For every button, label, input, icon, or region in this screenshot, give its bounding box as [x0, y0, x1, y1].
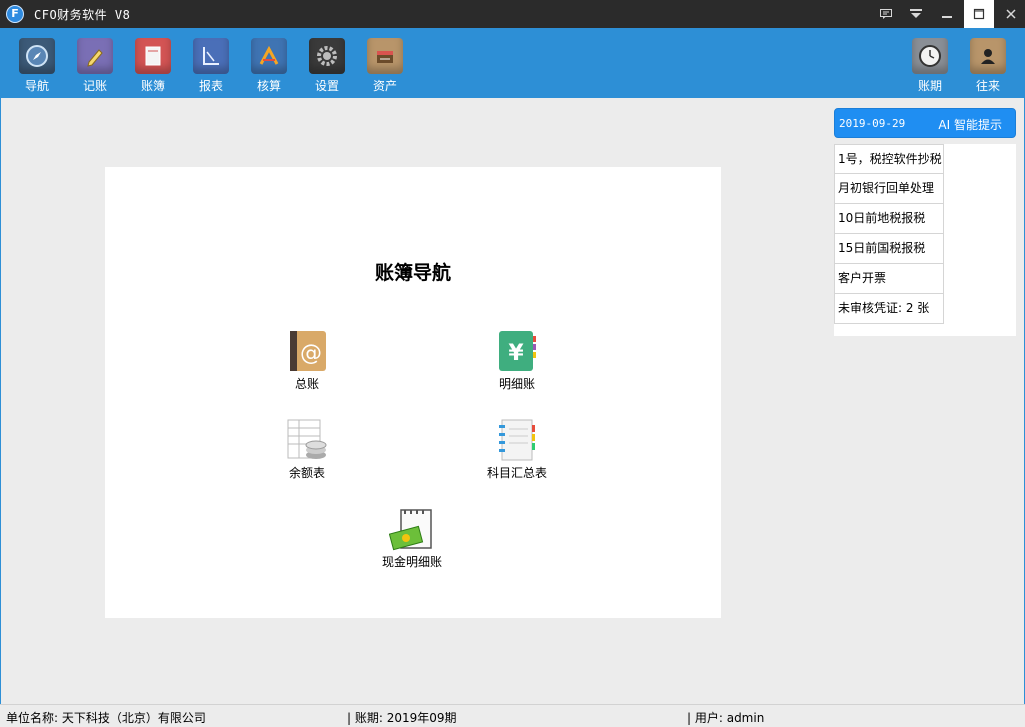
toolbar-item-period[interactable]: 账期 — [908, 38, 952, 96]
toolbar-label: 导航 — [24, 79, 49, 93]
toolbar-label: 设置 — [314, 79, 339, 93]
balance-sheet-icon — [286, 419, 328, 461]
asset-icon — [367, 38, 403, 74]
close-icon[interactable] — [996, 0, 1025, 28]
svg-text:@: @ — [300, 341, 322, 366]
message-icon[interactable] — [872, 0, 900, 28]
dropdown-icon[interactable] — [902, 0, 930, 28]
tip-item[interactable]: 15日前国税报税 — [834, 234, 944, 264]
notebook-icon — [496, 419, 538, 461]
nav-item-detail-ledger[interactable]: ¥ 明细账 — [485, 330, 549, 392]
toolbar-item-bookkeeping[interactable]: 记账 — [73, 38, 117, 96]
nav-item-cash-ledger[interactable]: 现金明细账 — [372, 508, 452, 570]
compass-icon — [19, 38, 55, 74]
toolbar-item-navigation[interactable]: 导航 — [15, 38, 59, 96]
tip-item[interactable]: 客户开票 — [834, 264, 944, 294]
toolbar-label: 往来 — [975, 79, 1000, 93]
title-bar: F CFO财务软件 V8 — [0, 0, 1025, 28]
status-period: | 账期: 2019年09期 — [347, 711, 457, 725]
nav-item-label: 科目汇总表 — [486, 466, 547, 480]
main-toolbar: 导航 记账 账簿 报表 核算 设置 资产 账期 往来 — [0, 28, 1025, 98]
nav-item-account-summary[interactable]: 科目汇总表 — [477, 419, 557, 481]
nav-item-label: 总账 — [294, 377, 319, 391]
tip-item[interactable]: 月初银行回单处理 — [834, 174, 944, 204]
toolbar-item-settings[interactable]: 设置 — [305, 38, 349, 96]
svg-text:¥: ¥ — [508, 341, 524, 366]
toolbar-item-contacts[interactable]: 往来 — [966, 38, 1010, 96]
cash-notepad-icon — [388, 508, 433, 551]
ai-tips-list: 1号，税控软件抄税 月初银行回单处理 10日前地税报税 15日前国税报税 客户开… — [834, 144, 1016, 336]
toolbar-item-assets[interactable]: 资产 — [363, 38, 407, 96]
report-icon — [193, 38, 229, 74]
page-title: 账簿导航 — [374, 262, 451, 284]
tip-item[interactable]: 未审核凭证: 2 张 — [834, 294, 944, 324]
nav-item-general-ledger[interactable]: @ 总账 — [277, 330, 337, 392]
pencil-icon — [77, 38, 113, 74]
address-book-icon: @ — [286, 330, 328, 372]
status-company: 单位名称: 天下科技（北京）有限公司 — [6, 711, 206, 725]
toolbar-item-accounting[interactable]: 核算 — [247, 38, 291, 96]
nav-item-label: 明细账 — [498, 377, 535, 391]
tools-icon — [251, 38, 287, 74]
ledger-navigation-panel: 账簿导航 @ 总账 ¥ 明细账 余额表 科目汇总表 现金明细账 — [105, 167, 721, 618]
contact-icon — [970, 38, 1006, 74]
clock-icon — [912, 38, 948, 74]
ai-tips-header[interactable]: 2019-09-29 AI 智能提示 — [834, 108, 1016, 138]
toolbar-label: 账期 — [917, 79, 942, 93]
gear-icon — [309, 38, 345, 74]
nav-item-balance-sheet[interactable]: 余额表 — [277, 419, 337, 481]
maximize-icon[interactable] — [964, 0, 994, 28]
tips-date: 2019-09-29 — [839, 117, 906, 130]
tip-item[interactable]: 1号，税控软件抄税 — [834, 144, 944, 174]
toolbar-label: 核算 — [256, 79, 281, 93]
status-user: | 用户: admin — [687, 711, 765, 725]
toolbar-item-reports[interactable]: 报表 — [189, 38, 233, 96]
toolbar-label: 报表 — [198, 79, 223, 93]
book-icon — [135, 38, 171, 74]
nav-item-label: 现金明细账 — [381, 555, 442, 569]
tip-item[interactable]: 10日前地税报税 — [834, 204, 944, 234]
window-title: CFO财务软件 V8 — [34, 8, 131, 22]
yen-book-icon: ¥ — [496, 330, 538, 372]
tips-title: AI 智能提示 — [938, 118, 1002, 132]
app-logo: F — [6, 5, 24, 23]
nav-item-label: 余额表 — [288, 466, 325, 480]
minimize-icon[interactable] — [932, 0, 962, 28]
toolbar-label: 资产 — [372, 79, 397, 93]
toolbar-item-ledger[interactable]: 账簿 — [131, 38, 175, 96]
toolbar-label: 账簿 — [140, 79, 165, 93]
toolbar-label: 记账 — [82, 79, 107, 93]
status-bar: 单位名称: 天下科技（北京）有限公司 | 账期: 2019年09期 | 用户: … — [0, 704, 1025, 727]
ai-tips-panel: 2019-09-29 AI 智能提示 1号，税控软件抄税 月初银行回单处理 10… — [834, 108, 1016, 336]
